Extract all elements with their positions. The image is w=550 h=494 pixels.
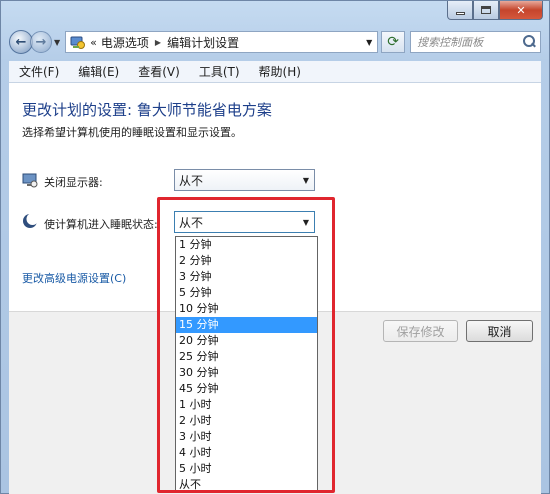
navigation-bar: ← → ▼ « 电源选项 ▶ 编辑计划设置 ▼ ⟳ 搜索控制面板 [9,28,541,56]
list-item[interactable]: 从不 [176,477,317,493]
sleep-moon-icon [22,213,39,229]
refresh-button[interactable]: ⟳ [381,31,406,53]
list-item[interactable]: 3 分钟 [176,269,317,285]
list-item[interactable]: 2 分钟 [176,253,317,269]
list-item[interactable]: 1 小时 [176,397,317,413]
forward-button[interactable]: → [30,31,52,53]
menu-help[interactable]: 帮助(H) [259,63,301,80]
display-off-label: 关闭显示器: [44,176,103,189]
menu-edit[interactable]: 编辑(E) [78,63,119,80]
sleep-value: 从不 [179,215,204,230]
minimize-button[interactable] [447,1,473,20]
list-item[interactable]: 3 小时 [176,429,317,445]
list-item[interactable]: 25 分钟 [176,349,317,365]
list-item[interactable]: 10 分钟 [176,301,317,317]
breadcrumb-separator: « [90,35,97,49]
list-item[interactable]: 20 分钟 [176,333,317,349]
chevron-down-icon: ▼ [302,217,310,227]
menu-file[interactable]: 文件(F) [19,63,59,80]
window: ✕ ← → ▼ « 电源选项 ▶ 编辑计划设置 ▼ ⟳ 搜索控制面板 文件(F)… [0,0,550,494]
menu-bar: 文件(F) 编辑(E) 查看(V) 工具(T) 帮助(H) [9,61,541,83]
cancel-button[interactable]: 取消 [466,320,533,342]
minimize-icon [455,11,465,15]
close-icon: ✕ [516,3,526,17]
maximize-button[interactable] [473,1,499,20]
control-panel-icon [70,34,86,50]
list-item[interactable]: 5 分钟 [176,285,317,301]
forward-arrow-icon: → [35,34,47,50]
list-item[interactable]: 30 分钟 [176,365,317,381]
address-bar[interactable]: « 电源选项 ▶ 编辑计划设置 ▼ [65,31,379,53]
page-title: 更改计划的设置: 鲁大师节能省电方案 [22,101,272,119]
close-button[interactable]: ✕ [499,1,543,20]
list-item[interactable]: 45 分钟 [176,381,317,397]
menu-tools[interactable]: 工具(T) [199,63,240,80]
search-input[interactable]: 搜索控制面板 [410,31,541,53]
list-item[interactable]: 1 分钟 [176,237,317,253]
list-item[interactable]: 5 小时 [176,461,317,477]
display-off-select[interactable]: 从不 ▼ [174,169,315,191]
chevron-right-icon[interactable]: ▶ [155,38,161,47]
advanced-power-settings-link[interactable]: 更改高级电源设置(C) [22,270,126,286]
breadcrumb-item-power-options[interactable]: 电源选项 [101,34,149,51]
maximize-icon [481,6,491,14]
back-arrow-icon: ← [15,34,27,50]
recent-pages-button[interactable]: ▼ [54,38,60,47]
sleep-options-list[interactable]: 1 分钟 2 分钟 3 分钟 5 分钟 10 分钟 15 分钟 20 分钟 25… [175,236,318,492]
menu-view[interactable]: 查看(V) [138,63,180,80]
search-placeholder: 搜索控制面板 [417,36,484,49]
save-changes-button[interactable]: 保存修改 [383,320,458,342]
page-subtitle: 选择希望计算机使用的睡眠设置和显示设置。 [22,126,242,139]
monitor-icon [22,172,38,188]
display-off-value: 从不 [179,173,204,188]
list-item[interactable]: 4 小时 [176,445,317,461]
breadcrumb-item-edit-plan[interactable]: 编辑计划设置 [167,34,239,51]
list-item-highlighted[interactable]: 15 分钟 [176,317,317,333]
refresh-icon: ⟳ [387,34,400,50]
sleep-label: 使计算机进入睡眠状态: [44,218,158,231]
chevron-down-icon: ▼ [302,175,310,185]
list-item[interactable]: 2 小时 [176,413,317,429]
search-icon[interactable] [522,35,536,49]
caption-buttons: ✕ [447,1,543,20]
sleep-select[interactable]: 从不 ▼ [174,211,315,233]
address-dropdown-icon[interactable]: ▼ [361,32,377,52]
